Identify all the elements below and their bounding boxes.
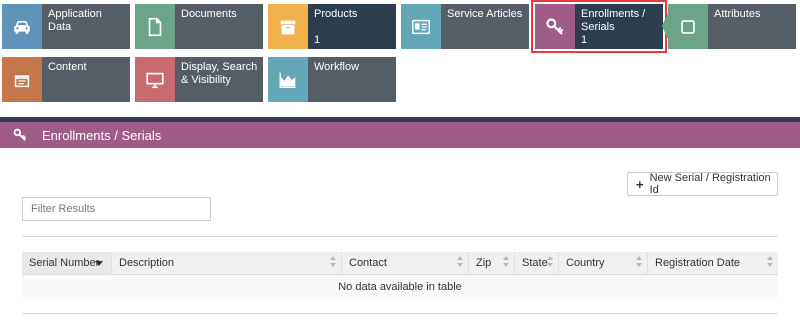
tile-body: Display, Search & Visibility — [175, 57, 263, 102]
divider — [22, 236, 778, 237]
column-header-contact[interactable]: Contact — [342, 252, 469, 274]
tile-label: Enrollments / Serials — [581, 8, 646, 33]
column-label: State — [522, 257, 548, 269]
sort-icon — [330, 256, 336, 267]
tile-body: Attributes — [708, 4, 796, 49]
column-label: Description — [119, 257, 175, 269]
tile-icon-box — [2, 4, 42, 49]
tile-label: Workflow — [314, 61, 360, 73]
sort-icon — [767, 256, 773, 267]
tile-icon-box — [268, 4, 308, 49]
content-icon — [14, 74, 30, 87]
sort-icon — [636, 256, 642, 267]
tile-label: Content — [48, 61, 87, 73]
tile-label: Documents — [181, 8, 237, 20]
sort-icon — [547, 256, 553, 267]
box-icon — [280, 20, 296, 34]
tile-service-articles[interactable]: Service Articles — [401, 4, 529, 49]
column-header-description[interactable]: Description — [112, 252, 342, 274]
monitor-icon — [146, 72, 164, 88]
tile-label: Application Data — [48, 8, 102, 33]
column-header-serial-number[interactable]: Serial Number — [22, 252, 112, 274]
section-title: Enrollments / Serials — [42, 127, 162, 143]
tile-icon-box — [668, 4, 708, 49]
tile-application-data[interactable]: Application Data — [2, 4, 130, 49]
tile-enrollments-serials[interactable]: Enrollments / Serials 1 — [531, 0, 672, 53]
tile-attributes[interactable]: Attributes — [668, 4, 796, 49]
tile-icon-box — [2, 57, 42, 102]
sort-icon — [457, 256, 463, 267]
tile-body: Service Articles — [441, 4, 529, 49]
tile-count: 1 — [581, 34, 588, 46]
column-label: Registration Date — [655, 257, 740, 269]
filter-input[interactable] — [22, 197, 211, 221]
serials-table: Serial Number Description Contact Zip St… — [22, 252, 778, 299]
tile-products[interactable]: Products 1 — [268, 4, 396, 49]
column-label: Country — [566, 257, 605, 269]
tile-documents[interactable]: Documents — [135, 4, 263, 49]
tile-body: Products 1 — [308, 4, 396, 49]
tile-icon-box — [135, 57, 175, 102]
tile-icon-box — [535, 4, 575, 49]
section-header: Enrollments / Serials — [0, 122, 800, 148]
module-tiles: Application Data Documents Products 1 Se… — [0, 0, 800, 105]
column-header-zip[interactable]: Zip — [469, 252, 515, 274]
new-serial-button-label: New Serial / Registration Id — [649, 172, 771, 196]
table-empty-row: No data available in table — [22, 275, 778, 299]
section-header-icon-wrap — [12, 127, 34, 143]
plus-icon: + — [636, 176, 644, 192]
column-header-registration-date[interactable]: Registration Date — [648, 252, 778, 274]
tile-count: 1 — [314, 34, 321, 46]
tile-icon-box — [401, 4, 441, 49]
tile-body: Application Data — [42, 4, 130, 49]
empty-message: No data available in table — [338, 281, 462, 293]
column-label: Contact — [349, 257, 387, 269]
id-card-icon — [412, 19, 430, 34]
sort-desc-icon — [95, 261, 103, 266]
tile-workflow[interactable]: Workflow — [268, 57, 396, 102]
tile-body: Documents — [175, 4, 263, 49]
tile-icon-box — [268, 57, 308, 102]
key-icon — [13, 128, 26, 141]
tile-display-search-visibility[interactable]: Display, Search & Visibility — [135, 57, 263, 102]
column-label: Serial Number — [29, 257, 100, 269]
tile-label: Display, Search & Visibility — [181, 61, 258, 86]
key-icon — [546, 17, 563, 35]
tile-body: Workflow — [308, 57, 396, 102]
divider — [22, 313, 778, 314]
column-header-state[interactable]: State — [515, 252, 559, 274]
chart-icon — [279, 72, 296, 88]
square-icon — [681, 19, 695, 34]
column-header-country[interactable]: Country — [559, 252, 648, 274]
sort-icon — [503, 256, 509, 267]
tile-content[interactable]: Content — [2, 57, 130, 102]
new-serial-button[interactable]: + New Serial / Registration Id — [627, 172, 778, 196]
tile-icon-box — [135, 4, 175, 49]
tile-label: Products — [314, 8, 358, 20]
tile-label: Attributes — [714, 8, 761, 20]
document-icon — [148, 17, 162, 36]
tile-body: Content — [42, 57, 130, 102]
column-label: Zip — [476, 257, 492, 269]
table-header: Serial Number Description Contact Zip St… — [22, 252, 778, 275]
tile-label: Service Articles — [447, 8, 523, 20]
tile-body: Enrollments / Serials 1 — [575, 4, 672, 49]
car-icon — [14, 20, 30, 34]
